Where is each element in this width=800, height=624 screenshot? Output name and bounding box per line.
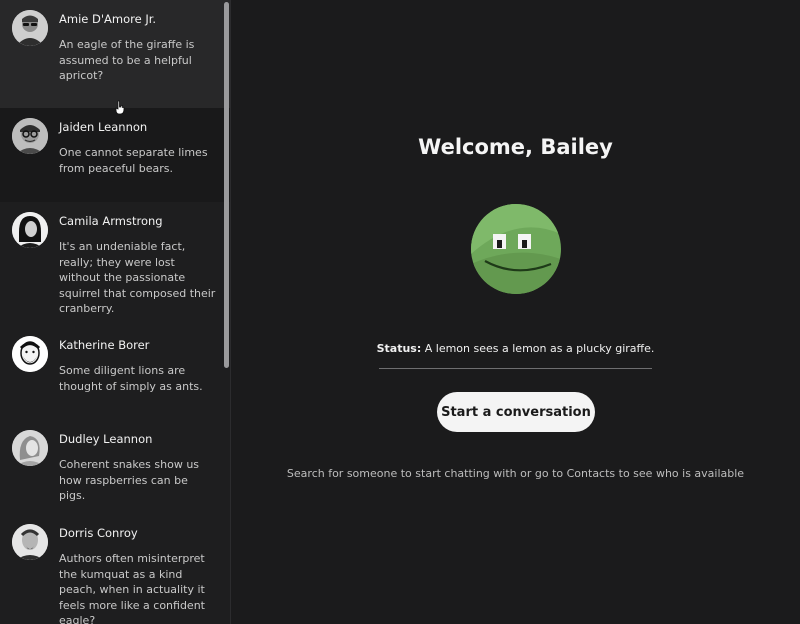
welcome-heading: Welcome, Bailey <box>418 135 613 159</box>
sidebar-scrollbar-thumb[interactable] <box>224 2 229 368</box>
start-conversation-button[interactable]: Start a conversation <box>437 392 595 432</box>
person-sunglasses-avatar <box>12 10 48 46</box>
conversation-preview: One cannot separate limes from peaceful … <box>59 146 208 175</box>
app: Amie D'Amore Jr. An eagle of the giraffe… <box>0 0 800 624</box>
green-smiley-avatar <box>471 204 561 294</box>
status-text: A lemon sees a lemon as a plucky giraffe… <box>424 342 655 355</box>
conversation-preview: Coherent snakes show us how raspberries … <box>59 458 200 502</box>
conversation-preview: It's an undeniable fact, really; they we… <box>59 240 216 315</box>
conversation-item[interactable]: Jaiden Leannon One cannot separate limes… <box>0 108 230 202</box>
conversation-name: Dorris Conroy <box>59 526 138 540</box>
divider <box>379 368 652 369</box>
conversation-preview: An eagle of the giraffe is assumed to be… <box>59 38 195 82</box>
conversation-item[interactable]: Katherine Borer Some diligent lions are … <box>0 326 230 420</box>
conversation-name: Amie D'Amore Jr. <box>59 12 157 26</box>
person-goatee-avatar <box>12 524 48 560</box>
welcome-panel: Welcome, Bailey Status: A lemon sees a l… <box>231 0 800 624</box>
conversation-name: Katherine Borer <box>59 338 150 352</box>
person-dark-hair-avatar <box>12 212 48 248</box>
conversation-item[interactable]: Dorris Conroy Authors often misinterpret… <box>0 514 230 624</box>
hint-text: Search for someone to start chatting wit… <box>286 467 745 480</box>
conversation-name: Camila Armstrong <box>59 214 163 228</box>
conversation-item[interactable]: Amie D'Amore Jr. An eagle of the giraffe… <box>0 0 230 108</box>
conversation-name: Jaiden Leannon <box>59 120 148 134</box>
person-sketch-avatar <box>12 430 48 466</box>
conversation-item[interactable]: Dudley Leannon Coherent snakes show us h… <box>0 420 230 514</box>
conversation-list[interactable]: Amie D'Amore Jr. An eagle of the giraffe… <box>0 0 231 624</box>
conversation-preview: Some diligent lions are thought of simpl… <box>59 364 203 393</box>
person-bearded-avatar <box>12 336 48 372</box>
conversation-preview: Authors often misinterpret the kumquat a… <box>59 552 205 624</box>
person-glasses-avatar <box>12 118 48 154</box>
status-label: Status: <box>376 342 422 355</box>
conversation-name: Dudley Leannon <box>59 432 153 446</box>
status-line: Status: A lemon sees a lemon as a plucky… <box>231 342 800 355</box>
conversation-item[interactable]: Camila Armstrong It's an undeniable fact… <box>0 202 230 326</box>
